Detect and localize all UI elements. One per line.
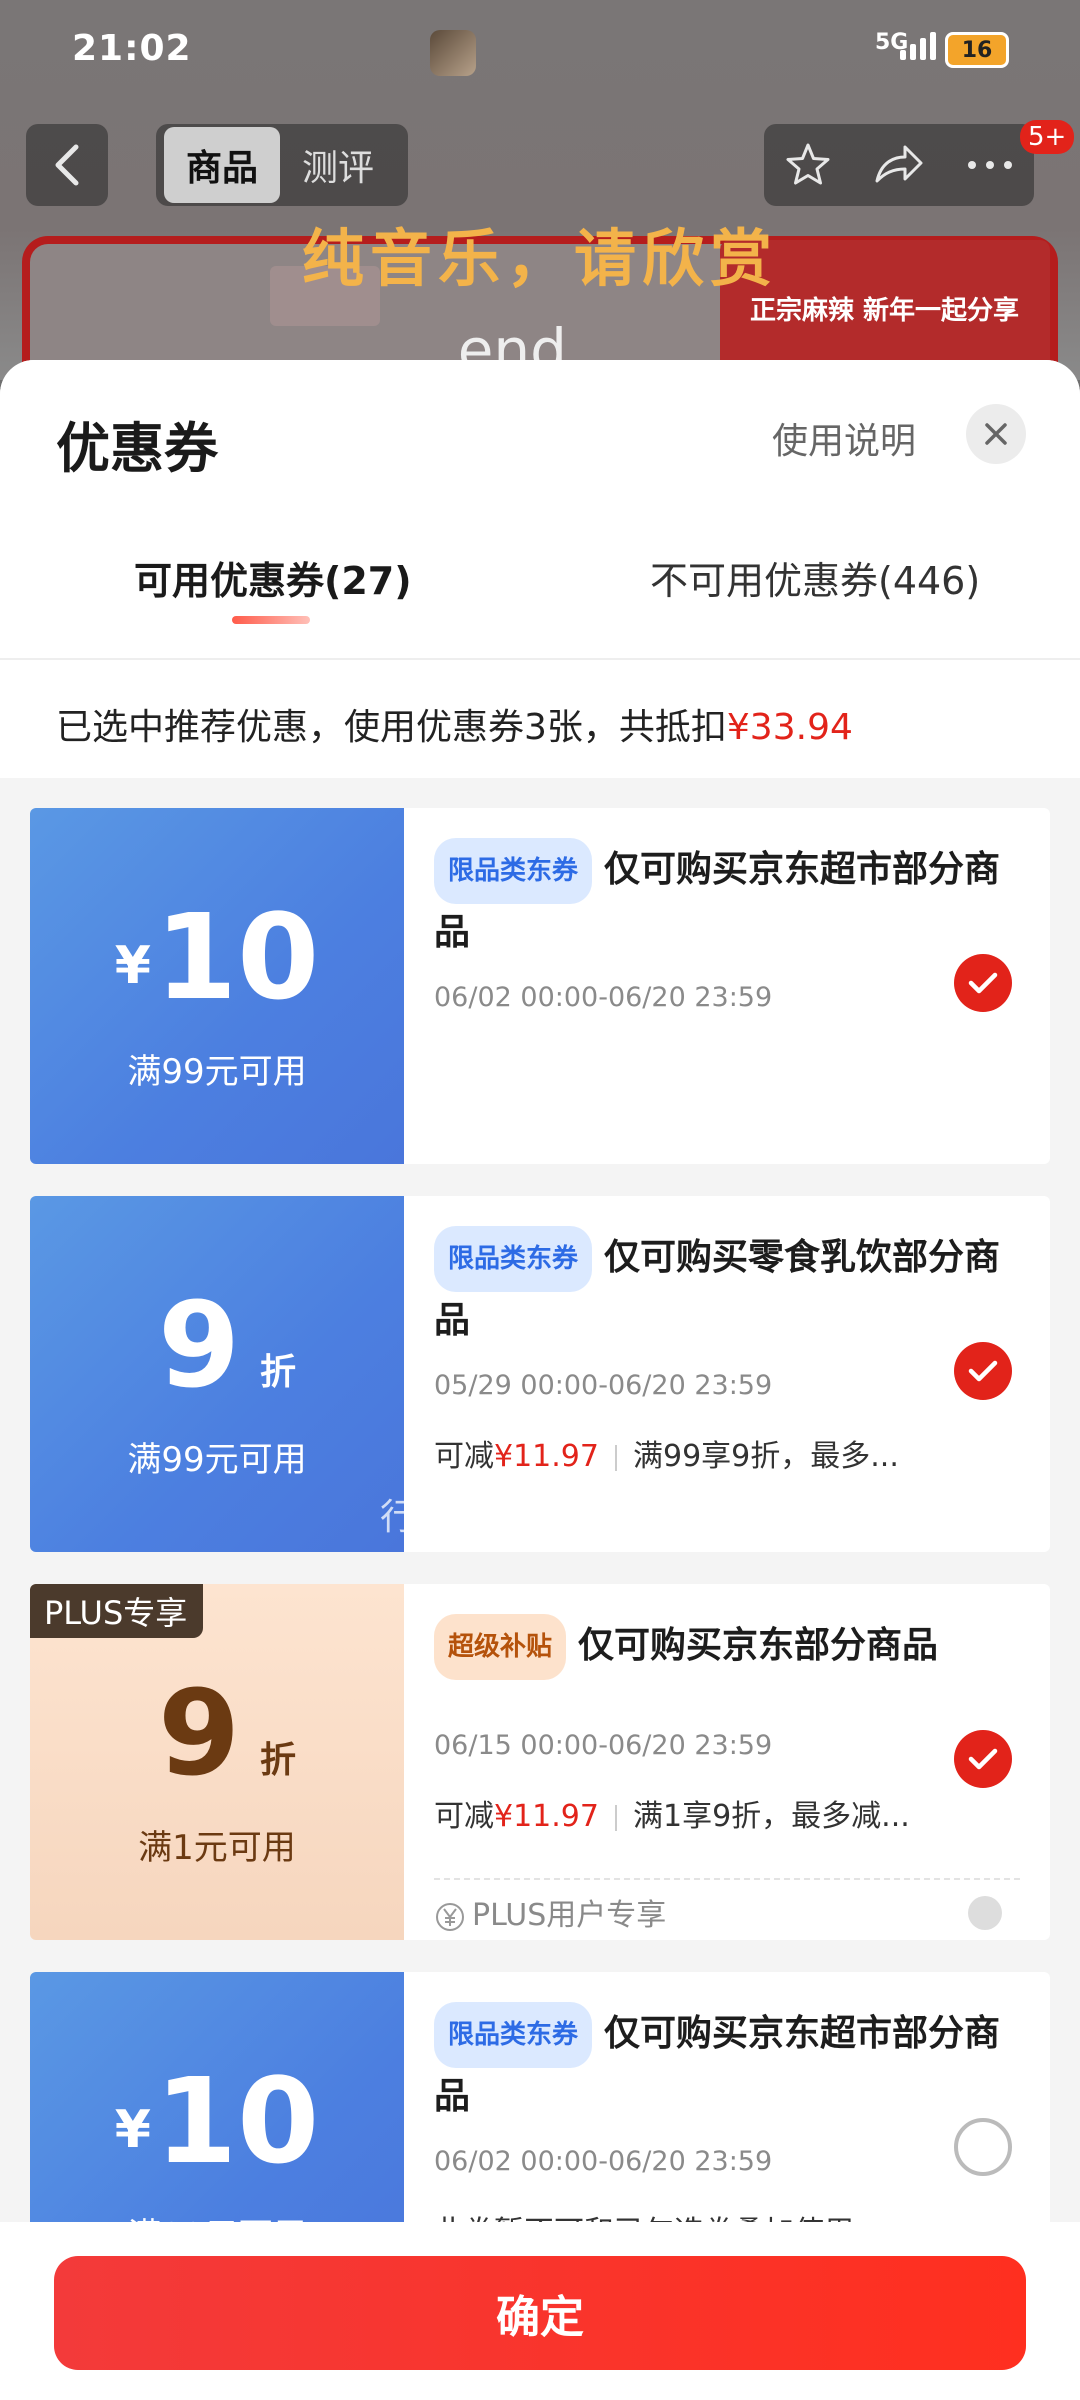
coupon-checkbox-checked[interactable]	[954, 1342, 1012, 1400]
tab-unavailable-coupons[interactable]: 不可用优惠券(446)	[650, 550, 980, 605]
checkmark-icon	[968, 1360, 998, 1382]
coupon-value: 9折	[30, 1674, 404, 1792]
coupon-checkbox-unchecked[interactable]	[954, 2118, 1012, 2176]
coupon-title-row: 限品类东券 仅可购买京东超市部分商品	[434, 838, 1018, 962]
savings-label: 可减	[434, 1439, 494, 1474]
close-icon	[985, 423, 1007, 445]
coupon-card[interactable]: ¥10 满99元可用 限品类东券仅可购买京东超市部分商品 06/02 00:00…	[30, 808, 1050, 1164]
product-actions	[764, 124, 1034, 206]
message-badge: 5+	[1020, 120, 1075, 154]
chevron-down-icon[interactable]	[968, 1896, 1002, 1930]
tab-available-coupons[interactable]: 可用优惠券(27)	[134, 550, 412, 605]
sheet-header: 优惠券 使用说明 可用优惠券(27) 不可用优惠券(446)	[0, 360, 1080, 660]
savings-amount: ¥11.97	[494, 1439, 599, 1474]
app-notification-icon	[430, 30, 476, 76]
coupon-card-plus[interactable]: PLUS专享 9折 满1元可用 超级补贴 仅可购买京东部分商品 06/15 00:…	[30, 1584, 1050, 1940]
coupon-discount-unit: 折	[260, 1740, 297, 1781]
active-tab-indicator	[232, 616, 310, 624]
coupon-condition: 满99元可用	[127, 1052, 307, 1092]
coupon-amount: 10	[154, 888, 320, 1026]
back-button[interactable]	[26, 124, 108, 206]
signal-icon	[900, 32, 936, 60]
share-icon[interactable]	[873, 141, 925, 189]
bottom-bar: 确定	[0, 2222, 1080, 2400]
coupon-tag: 限品类东券	[434, 1226, 593, 1292]
plus-exclusive-tag: PLUS专享	[30, 1584, 204, 1638]
coupon-condition: 满1元可用	[138, 1828, 296, 1868]
coupon-tag: 限品类东券	[434, 2002, 593, 2068]
coupon-rule: 满99享9折，最多...	[632, 1439, 899, 1474]
coupon-savings: 可减¥11.97 满1享9折，最多减...	[434, 1791, 1018, 1835]
yen-circle-icon	[436, 1902, 464, 1931]
close-button[interactable]	[966, 404, 1026, 464]
summary-amount: ¥33.94	[726, 707, 853, 748]
summary-text: 已选中推荐优惠，使用优惠券3张，共抵扣¥33.94	[56, 698, 853, 750]
selection-summary: 已选中推荐优惠，使用优惠券3张，共抵扣¥33.94	[0, 660, 1080, 778]
chevron-left-icon	[55, 144, 79, 186]
coupon-checkbox-checked[interactable]	[954, 1730, 1012, 1788]
coupon-details: 限品类东券 仅可购买京东超市部分商品 06/02 00:00-06/20 23:5…	[434, 2002, 1018, 2251]
coupon-validity: 05/29 00:00-06/20 23:59	[434, 1370, 773, 1401]
coupon-discount: 9	[157, 1664, 241, 1802]
status-time: 21:02	[72, 28, 192, 69]
plus-footer[interactable]: PLUS用户专享	[434, 1878, 1020, 1940]
status-bar: 21:02 5G 16	[0, 22, 1080, 82]
coupon-title-row: 超级补贴 仅可购买京东部分商品	[434, 1614, 1018, 1680]
separator	[614, 1804, 617, 1831]
coupon-amount: 10	[154, 2052, 320, 2190]
more-icon[interactable]	[966, 159, 1014, 171]
coupon-checkbox-checked[interactable]	[954, 954, 1012, 1012]
coupon-currency: ¥	[114, 2100, 151, 2160]
watermark: 行健活动爆料	[380, 1497, 609, 1538]
coupon-tag: 超级补贴	[434, 1614, 567, 1680]
video-caption: 纯音乐，请欣赏	[301, 222, 778, 295]
savings-label: 可减	[434, 1799, 494, 1834]
tab-review[interactable]: 测评	[280, 127, 396, 203]
coupon-value-panel: PLUS专享 9折 满1元可用	[30, 1584, 404, 1940]
coupon-value-panel: 9折 满99元可用	[30, 1196, 404, 1552]
coupon-value: ¥10	[30, 898, 404, 1016]
battery-icon: 16	[945, 32, 1009, 68]
coupon-details: 限品类东券 仅可购买京东超市部分商品 06/02 00:00-06/20 23:5…	[434, 838, 1018, 1013]
coupon-details: 限品类东券 仅可购买零食乳饮部分商品 05/29 00:00-06/20 23:5…	[434, 1226, 1018, 1475]
coupon-rule: 满1享9折，最多减...	[632, 1799, 910, 1834]
coupon-validity: 06/02 00:00-06/20 23:59	[434, 2146, 773, 2177]
separator	[614, 1444, 617, 1471]
coupon-value: ¥10	[30, 2062, 404, 2180]
coupon-title-row: 限品类东券 仅可购买京东超市部分商品	[434, 2002, 1018, 2126]
coupon-currency: ¥	[114, 936, 151, 996]
coupon-title-row: 限品类东券 仅可购买零食乳饮部分商品	[434, 1226, 1018, 1350]
usage-instructions-link[interactable]: 使用说明	[772, 412, 916, 464]
coupon-value-panel: ¥10 满99元可用	[30, 808, 404, 1164]
coupon-discount-unit: 折	[260, 1352, 297, 1393]
coupon-condition: 满99元可用	[127, 1440, 307, 1480]
tab-product[interactable]: 商品	[164, 127, 281, 203]
checkmark-icon	[968, 1748, 998, 1770]
summary-prefix: 已选中推荐优惠，使用优惠券3张，共抵扣	[56, 707, 727, 748]
coupon-details: 超级补贴 仅可购买京东部分商品 06/15 00:00-06/20 23:59 可…	[434, 1614, 1018, 1835]
sheet-title: 优惠券	[56, 417, 218, 480]
coupon-tag: 限品类东券	[434, 838, 593, 904]
coupon-discount: 9	[157, 1276, 241, 1414]
savings-amount: ¥11.97	[494, 1799, 599, 1834]
coupon-title: 仅可购买京东部分商品	[578, 1625, 939, 1666]
coupon-validity: 06/15 00:00-06/20 23:59	[434, 1730, 773, 1761]
coupon-savings: 可减¥11.97 满99享9折，最多...	[434, 1431, 1018, 1475]
plus-footer-label: PLUS用户专享	[434, 1890, 666, 1934]
star-icon[interactable]	[784, 141, 832, 189]
product-tab-switch: 商品 测评	[156, 124, 408, 206]
coupon-validity: 06/02 00:00-06/20 23:59	[434, 982, 773, 1013]
coupon-value: 9折	[30, 1286, 404, 1404]
plus-footer-text: PLUS用户专享	[472, 1898, 667, 1933]
coupon-sheet: 优惠券 使用说明 可用优惠券(27) 不可用优惠券(446) 已选中推荐优惠，使…	[0, 360, 1080, 2400]
checkmark-icon	[968, 972, 998, 994]
confirm-button[interactable]: 确定	[54, 2256, 1026, 2370]
